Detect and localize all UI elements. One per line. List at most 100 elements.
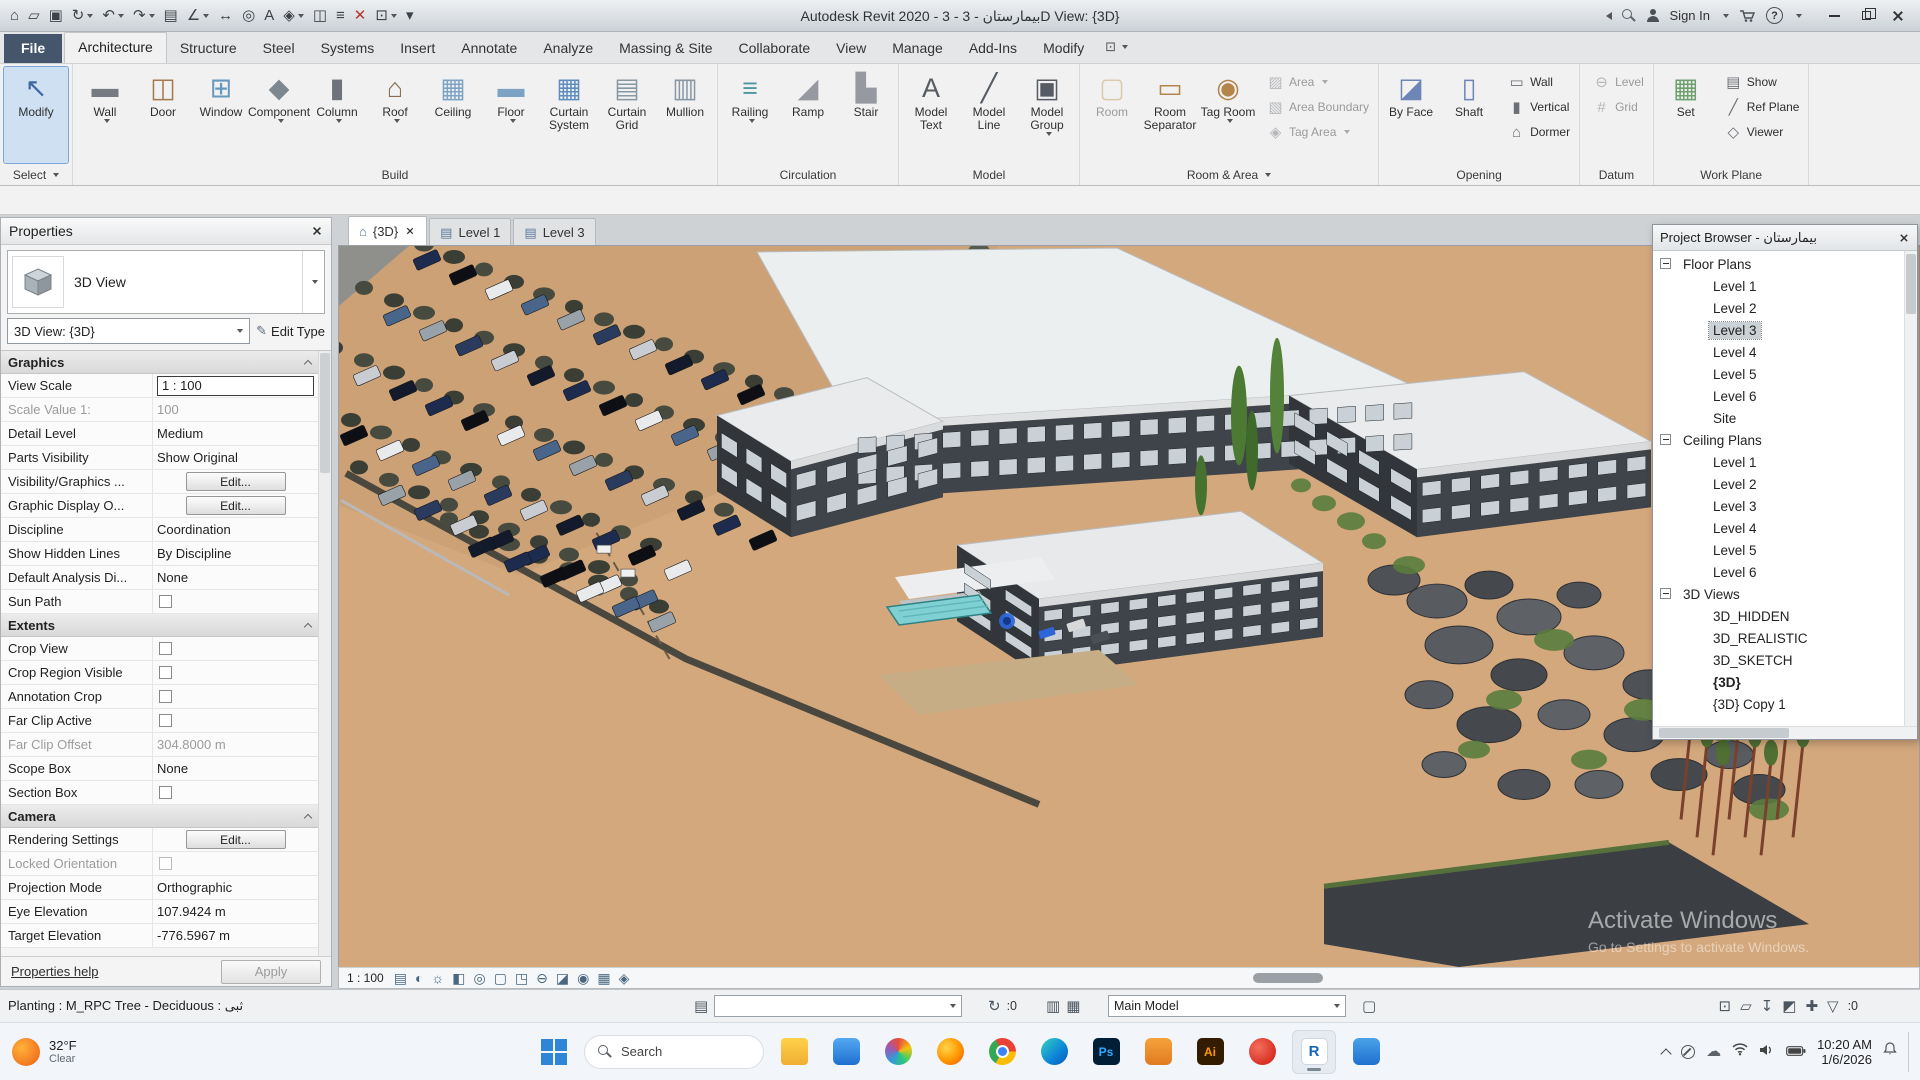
view-tab-3d[interactable]: ⌂{3D} <box>348 216 427 245</box>
tool-tag-room[interactable]: ◉Tag Room <box>1199 66 1257 164</box>
taskbar-app-app-red[interactable] <box>1240 1030 1284 1074</box>
section-button[interactable]: ◫ <box>309 3 331 29</box>
tool-set[interactable]: ▦Set <box>1657 66 1715 164</box>
taskbar-app-firefox[interactable] <box>928 1030 972 1074</box>
measure-button[interactable]: ∠ <box>183 3 213 29</box>
project-browser-close-icon[interactable] <box>1900 233 1909 242</box>
ribbon-display-toggle[interactable]: ⊡ <box>1105 39 1128 63</box>
checkbox[interactable] <box>159 690 172 703</box>
view-type-combobox[interactable]: 3D View: {3D} <box>7 318 250 344</box>
tool-room-separator[interactable]: ▭Room Separator <box>1141 66 1199 164</box>
property-group-extents[interactable]: Extents <box>1 614 318 637</box>
taskbar-app-microsoft-store[interactable] <box>824 1030 868 1074</box>
tool-tag-area[interactable]: ◈Tag Area <box>1263 121 1373 143</box>
ribbon-tab-view[interactable]: View <box>823 34 879 63</box>
ribbon-tab-collaborate[interactable]: Collaborate <box>726 34 824 63</box>
checkbox[interactable] <box>159 595 172 608</box>
panel-label-datum[interactable]: Datum <box>1580 164 1653 185</box>
taskbar-app-chrome[interactable] <box>980 1030 1024 1074</box>
temporary-view-properties-icon[interactable]: ▦ <box>597 971 610 985</box>
ribbon-tab-insert[interactable]: Insert <box>387 34 448 63</box>
app-store-cart-icon[interactable] <box>1739 9 1756 23</box>
property-value-text[interactable]: None <box>157 570 188 585</box>
tree-item-level-6[interactable]: Level 6 <box>1653 561 1904 583</box>
tree-item-level-1[interactable]: Level 1 <box>1653 451 1904 473</box>
hidden-icons-chevron[interactable] <box>1660 1048 1671 1059</box>
view-tab-close-icon[interactable] <box>406 227 414 235</box>
design-options-dropdown[interactable]: Main Model <box>1108 995 1346 1017</box>
sign-in-button[interactable]: Sign In <box>1670 8 1710 23</box>
ribbon-tab-architecture[interactable]: Architecture <box>64 32 167 63</box>
tool-dormer[interactable]: ⌂Dormer <box>1504 121 1574 143</box>
type-dropdown-icon[interactable] <box>302 251 324 313</box>
property-value-text[interactable]: By Discipline <box>157 546 231 561</box>
property-value-input[interactable]: 1 : 100 <box>157 376 314 396</box>
filter-icon[interactable]: ▽ <box>1827 999 1839 1014</box>
help-dropdown-icon[interactable] <box>1796 14 1802 18</box>
active-workset-dropdown[interactable] <box>714 995 962 1017</box>
tool-door[interactable]: ◫Door <box>134 66 192 164</box>
tree-item-3d-sketch[interactable]: 3D_SKETCH <box>1653 649 1904 671</box>
edit-button[interactable]: Edit... <box>186 496 286 515</box>
tree-item-level-6[interactable]: Level 6 <box>1653 385 1904 407</box>
view-scale-button[interactable]: 1 : 100 <box>347 971 384 985</box>
tag-by-category-button[interactable]: ◎ <box>238 3 259 29</box>
do-not-disturb-icon[interactable] <box>1681 1045 1695 1059</box>
tool-model-line[interactable]: ╱Model Line <box>960 66 1018 164</box>
tree-item-3d-realistic[interactable]: 3D_REALISTIC <box>1653 627 1904 649</box>
user-account-icon[interactable] <box>1646 9 1660 23</box>
property-value-text[interactable]: 107.9424 m <box>157 904 226 919</box>
tool-shaft[interactable]: ▯Shaft <box>1440 66 1498 164</box>
property-value-text[interactable]: Show Original <box>157 450 238 465</box>
customize-qat-button[interactable]: ▾ <box>402 3 418 29</box>
worksharing-display-icon[interactable]: ▥ <box>1046 999 1060 1014</box>
design-options-icon[interactable]: ▦ <box>1066 999 1080 1014</box>
save-button[interactable]: ▣ <box>45 3 67 29</box>
open-button[interactable]: ▱ <box>24 3 44 29</box>
select-by-face-icon[interactable]: ◩ <box>1782 999 1796 1014</box>
apply-button[interactable]: Apply <box>221 960 321 984</box>
tree-item-level-4[interactable]: Level 4 <box>1653 341 1904 363</box>
view-tab-level-1[interactable]: ▤Level 1 <box>429 218 511 245</box>
temporary-hide-isolate-icon[interactable]: ◪ <box>556 971 569 985</box>
sign-in-dropdown-icon[interactable] <box>1723 14 1729 18</box>
taskbar-app-app-orange[interactable] <box>1136 1030 1180 1074</box>
tool-area-boundary[interactable]: ▧Area Boundary <box>1263 96 1373 118</box>
tool-model-text[interactable]: AModel Text <box>902 66 960 164</box>
sync-with-central-button[interactable]: ↻ <box>68 3 98 29</box>
panel-label-model[interactable]: Model <box>899 164 1079 185</box>
drag-on-selection-icon[interactable]: ✚ <box>1805 999 1818 1014</box>
tool-grid[interactable]: #Grid <box>1589 96 1648 118</box>
view-tab-level-3[interactable]: ▤Level 3 <box>513 218 595 245</box>
property-value-text[interactable]: Coordination <box>157 522 231 537</box>
tree-item-level-3[interactable]: Level 3 <box>1653 495 1904 517</box>
property-value-text[interactable]: 100 <box>157 402 179 417</box>
taskbar-app-edge[interactable] <box>1032 1030 1076 1074</box>
type-selector[interactable]: 3D View <box>7 250 325 314</box>
tool-ceiling[interactable]: ▦Ceiling <box>424 66 482 164</box>
close-hidden-windows-button[interactable]: ✕ <box>350 3 371 29</box>
titlebar-arrow-icon[interactable] <box>1606 12 1612 20</box>
panel-label-build[interactable]: Build <box>73 164 717 185</box>
taskbar-app-illustrator[interactable]: Ai <box>1188 1030 1232 1074</box>
tree-item-3d-copy-1[interactable]: {3D} Copy 1 <box>1653 693 1904 715</box>
tree-item-3d-views[interactable]: 3D Views <box>1653 583 1904 605</box>
reveal-hidden-elements-icon[interactable]: ◉ <box>577 971 589 985</box>
sun-path-icon[interactable]: ☼ <box>431 971 444 985</box>
select-links-icon[interactable]: ⊡ <box>1719 999 1732 1014</box>
horizontal-scrollbar-thumb[interactable] <box>1253 973 1323 983</box>
tree-item-site[interactable]: Site <box>1653 407 1904 429</box>
tool-model-group[interactable]: ▣Model Group <box>1018 66 1076 164</box>
ribbon-tab-steel[interactable]: Steel <box>250 34 308 63</box>
editing-requests-control[interactable]: ↻ :0 <box>988 995 1017 1017</box>
onedrive-icon[interactable]: ☁ <box>1706 1044 1721 1059</box>
tool-by-face[interactable]: ◪By Face <box>1382 66 1440 164</box>
tool-ref-plane[interactable]: ╱Ref Plane <box>1721 96 1804 118</box>
thin-lines-button[interactable]: ≡ <box>332 3 349 29</box>
text-button[interactable]: A <box>260 3 278 29</box>
ribbon-tab-massing-site[interactable]: Massing & Site <box>606 34 725 63</box>
wifi-icon[interactable] <box>1732 1043 1748 1061</box>
taskbar-app-photos[interactable] <box>876 1030 920 1074</box>
minimize-button[interactable] <box>1818 2 1850 30</box>
tool-modify[interactable]: ↖Modify <box>3 66 69 164</box>
